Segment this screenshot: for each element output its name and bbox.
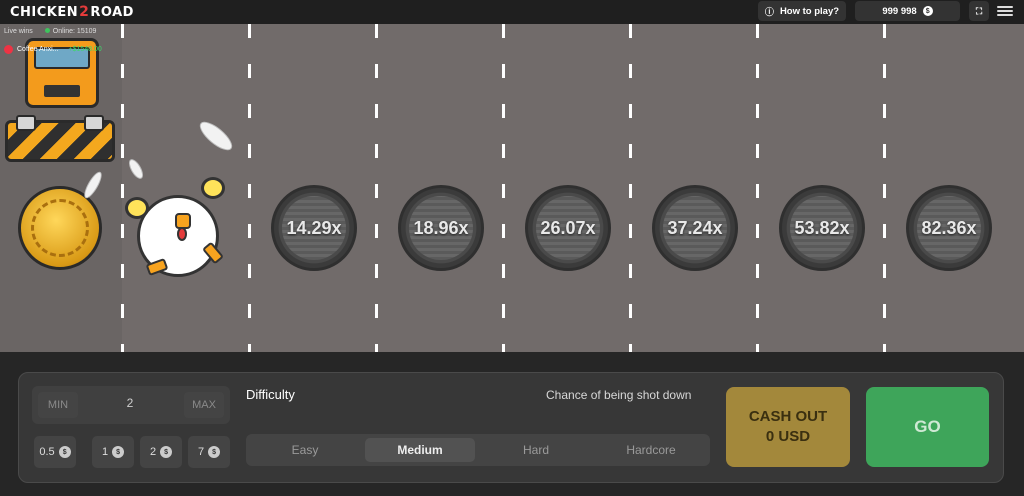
multiplier-value: 26.07x <box>540 217 596 238</box>
fullscreen-button[interactable]: ⛶ <box>969 1 989 21</box>
online-dot-icon <box>44 28 50 33</box>
cash-out-button[interactable]: CASH OUT 0 USD <box>726 387 850 467</box>
chicken-wattle <box>177 227 187 241</box>
dollar-coin-icon: $ <box>922 6 933 16</box>
top-bar: CHICKEN2ROAD ⓘ How to play? 999 998 $ ⛶ <box>0 0 1024 24</box>
difficulty-option-hardcore[interactable]: Hardcore <box>596 438 706 462</box>
win-amount: +$1548.00 <box>68 46 102 53</box>
dollar-coin-icon: $ <box>208 446 221 458</box>
multiplier-manhole[interactable]: 26.07x <box>525 185 611 271</box>
chicken-eye <box>125 197 149 219</box>
balance-display: 999 998 $ <box>855 1 960 21</box>
quick-bet-value: 2 <box>149 446 157 458</box>
fullscreen-icon: ⛶ <box>975 5 983 16</box>
chance-label: Chance of being shot down <box>546 388 692 402</box>
online-count: Online: 15109 <box>52 28 97 35</box>
truck-grill <box>44 85 80 97</box>
cash-out-label: CASH OUT <box>748 408 828 425</box>
chicken-eye <box>201 177 225 199</box>
logo-number: 2 <box>79 4 90 20</box>
game-root: CHICKEN2ROAD ⓘ How to play? 999 998 $ ⛶ <box>0 0 1024 496</box>
go-button[interactable]: GO <box>866 387 989 467</box>
menu-icon-bar <box>997 14 1013 16</box>
how-to-play-button[interactable]: ⓘ How to play? <box>758 1 846 21</box>
win-username: Coffee Anxi... <box>17 46 59 53</box>
multiplier-value: 53.82x <box>794 217 850 238</box>
quick-bet-button[interactable]: 2 $ <box>140 436 182 468</box>
menu-button[interactable] <box>997 4 1013 18</box>
logo-text-right: ROAD <box>90 5 134 20</box>
dollar-coin-icon: $ <box>160 446 173 458</box>
bet-amount-value[interactable]: 2 <box>100 396 160 410</box>
live-wins-label: Live wins <box>4 28 33 35</box>
lane-divider <box>121 24 124 352</box>
dollar-coin-icon: $ <box>58 446 71 458</box>
how-to-play-label: How to play? <box>779 5 840 17</box>
lane-divider <box>883 24 886 352</box>
multiplier-manhole[interactable]: 37.24x <box>652 185 738 271</box>
quick-bet-button[interactable]: 7 $ <box>188 436 230 468</box>
multiplier-manhole[interactable]: 18.96x <box>398 185 484 271</box>
multiplier-manhole[interactable]: 14.29x <box>271 185 357 271</box>
game-logo: CHICKEN2ROAD <box>10 4 134 20</box>
quick-bet-button[interactable]: 1 $ <box>92 436 134 468</box>
road-barrier <box>5 115 115 162</box>
lane-divider <box>502 24 505 352</box>
info-icon: ⓘ <box>764 6 774 17</box>
difficulty-option-easy[interactable]: Easy <box>250 438 360 462</box>
difficulty-option-hard[interactable]: Hard <box>481 438 591 462</box>
menu-icon-bar <box>997 6 1013 8</box>
live-win-entry: Coffee Anxi... +$1548.00 <box>4 45 102 54</box>
difficulty-option-medium[interactable]: Medium <box>365 438 475 462</box>
multiplier-manhole[interactable]: 53.82x <box>779 185 865 271</box>
multiplier-value: 14.29x <box>286 217 342 238</box>
quick-bet-value: 1 <box>101 446 109 458</box>
quick-bet-value: 0.5 <box>39 446 55 458</box>
menu-icon-bar <box>997 10 1013 12</box>
multiplier-value: 18.96x <box>413 217 469 238</box>
min-bet-button[interactable]: MIN <box>38 392 78 418</box>
logo-text-left: CHICKEN <box>10 5 79 20</box>
lane-divider <box>375 24 378 352</box>
multiplier-value: 82.36x <box>921 217 977 238</box>
live-wins-bar: Live wins Online: 15109 <box>4 28 96 35</box>
max-bet-button[interactable]: MAX <box>184 392 224 418</box>
avatar <box>4 45 13 54</box>
quick-bet-button[interactable]: 0.5 $ <box>34 436 76 468</box>
cash-out-amount: 0 USD <box>765 428 811 445</box>
gold-coin-manhole <box>18 186 102 270</box>
difficulty-title: Difficulty <box>246 387 295 402</box>
chicken-character <box>125 175 230 285</box>
multiplier-value: 37.24x <box>667 217 723 238</box>
quick-bet-value: 7 <box>197 446 205 458</box>
lane-divider <box>248 24 251 352</box>
dollar-coin-icon: $ <box>112 446 125 458</box>
lane-divider <box>756 24 759 352</box>
gold-coin-inner <box>31 199 89 257</box>
multiplier-manhole[interactable]: 82.36x <box>906 185 992 271</box>
lane-divider <box>629 24 632 352</box>
balance-value: 999 998 <box>882 5 917 17</box>
